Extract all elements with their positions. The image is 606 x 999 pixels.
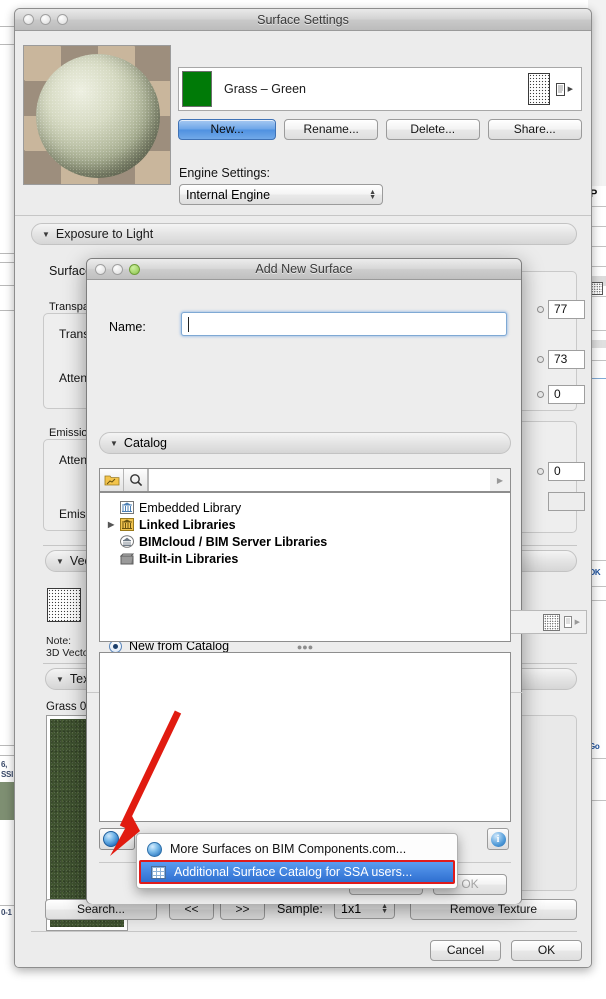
bg-left-text-1: 6, (1, 760, 8, 769)
browse-folder-icon[interactable] (100, 469, 124, 491)
chevron-updown-icon: ▲ ▼ (381, 903, 388, 915)
surface-name-label: Grass – Green (224, 82, 306, 96)
delete-button[interactable]: Delete... (385, 119, 480, 140)
add-new-surface-dialog: Add New Surface Name: Duplicate Grass – … (86, 258, 587, 904)
surface-color-swatch[interactable] (182, 71, 212, 107)
window-controls[interactable] (23, 14, 68, 25)
window-titlebar[interactable]: Surface Settings (15, 9, 591, 31)
bank-icon (120, 501, 134, 514)
chevron-right-icon[interactable]: ▶ (108, 520, 114, 529)
name-label: Name: (109, 320, 146, 334)
new-button[interactable]: New... (178, 119, 277, 140)
menu-item-additional-catalog[interactable]: Additional Surface Catalog for SSA users… (139, 860, 455, 884)
menu-item-label: Additional Surface Catalog for SSA users… (174, 865, 413, 879)
emission-value-field[interactable]: 0 (548, 462, 585, 481)
catalog-download-icon (151, 865, 166, 879)
cloud-bank-icon (120, 535, 134, 548)
engine-select-value: Internal Engine (186, 187, 271, 202)
bg-left-text-3: 0-1 (1, 908, 12, 917)
window-ok-button[interactable]: OK (511, 940, 582, 961)
zoom-icon[interactable] (129, 264, 140, 275)
emission-color-field[interactable] (548, 492, 585, 511)
catalog-search-bar[interactable]: ▶ (99, 468, 511, 492)
rename-button[interactable]: Rename... (284, 119, 378, 140)
surface-actions: New... Rename... Delete... Share... (178, 119, 583, 140)
hatch-preview-icon (542, 613, 560, 631)
chevron-right-icon: ▶ (121, 836, 127, 843)
window-title: Surface Settings (257, 13, 349, 27)
tree-item-embedded-library[interactable]: Embedded Library (100, 499, 510, 516)
zoom-icon[interactable] (57, 14, 68, 25)
minimize-icon[interactable] (112, 264, 123, 275)
close-icon[interactable] (23, 14, 34, 25)
catalog-results-list[interactable] (99, 652, 511, 822)
chevron-down-icon: ▼ (110, 438, 118, 448)
panel-splitter[interactable]: ●●● (99, 642, 511, 652)
chevron-updown-icon: ▲ ▼ (369, 188, 376, 201)
surface-name-row[interactable]: Grass – Green ▶ (178, 67, 582, 111)
tree-item-label: Embedded Library (139, 500, 242, 515)
document-icon[interactable]: ▶ (563, 616, 580, 628)
close-icon[interactable] (95, 264, 106, 275)
diffuse-field[interactable]: 77 (548, 300, 585, 319)
window-cancel-button[interactable]: Cancel (430, 940, 501, 961)
online-catalog-menu[interactable]: More Surfaces on BIM Components.com... A… (136, 833, 458, 889)
info-button[interactable]: i (487, 828, 509, 850)
share-button[interactable]: Share... (487, 119, 583, 140)
catalog-header-label: Catalog (123, 436, 168, 450)
globe-icon (147, 841, 162, 857)
surface-preview[interactable] (23, 45, 171, 185)
chevron-down-icon: ▼ (56, 674, 64, 684)
chevron-down-icon: ▼ (42, 229, 50, 239)
document-icon[interactable]: ▶ (555, 82, 573, 96)
folder-bank-icon (120, 518, 134, 531)
menu-item-label: More Surfaces on BIM Components.com... (170, 842, 407, 856)
vectorial-hatch-swatch[interactable] (47, 588, 81, 622)
tree-item-label: BIMcloud / BIM Server Libraries (139, 534, 328, 549)
menu-item-more-surfaces[interactable]: More Surfaces on BIM Components.com... (137, 838, 457, 860)
shininess-field[interactable]: 0 (548, 385, 585, 404)
chevron-down-icon: ▼ (56, 556, 64, 566)
tree-item-label: Built-in Libraries (139, 551, 239, 566)
box-icon (119, 552, 135, 565)
sample-select-value: 1x1 (341, 902, 362, 916)
globe-icon (103, 831, 119, 847)
info-icon: i (490, 831, 506, 847)
catalog-tree[interactable]: Embedded Library ▶ Linked Libraries BIMc… (99, 492, 511, 642)
section-exposure-label: Exposure to Light (55, 227, 154, 241)
tree-item-bimcloud-libraries[interactable]: BIMcloud / BIM Server Libraries (100, 533, 510, 550)
text-caret (188, 317, 189, 332)
dialog-window-controls[interactable] (95, 264, 140, 275)
hatch-preview-icon (527, 73, 550, 105)
screen: 6, SSI 0-1 P OK Go Surface Settings Gras… (0, 0, 606, 999)
dialog-body: Name: Duplicate Grass – Green ▶ Ne (87, 280, 587, 904)
dialog-title: Add New Surface (255, 262, 353, 276)
name-input[interactable] (181, 312, 507, 336)
section-exposure-to-light[interactable]: ▼ Exposure to Light (31, 223, 577, 245)
engine-select[interactable]: Internal Engine ▲ ▼ (179, 184, 383, 205)
online-catalog-button[interactable]: ▶ (99, 828, 135, 850)
minimize-icon[interactable] (40, 14, 51, 25)
specular-field[interactable]: 73 (548, 350, 585, 369)
catalog-search-input[interactable] (148, 469, 490, 491)
preview-sphere (36, 54, 160, 178)
tree-item-label: Linked Libraries (139, 517, 236, 532)
tree-item-linked-libraries[interactable]: ▶ Linked Libraries (100, 516, 510, 533)
search-icon[interactable] (124, 469, 148, 491)
engine-settings-label: Engine Settings: (179, 166, 271, 180)
sample-label: Sample: (277, 902, 323, 916)
bg-left-text-2: SSI (1, 770, 13, 779)
chevron-right-icon[interactable]: ▶ (490, 469, 510, 491)
dialog-titlebar[interactable]: Add New Surface (87, 259, 521, 280)
tree-item-builtin-libraries[interactable]: Built-in Libraries (100, 550, 510, 567)
catalog-section-header[interactable]: ▼ Catalog (99, 432, 511, 454)
